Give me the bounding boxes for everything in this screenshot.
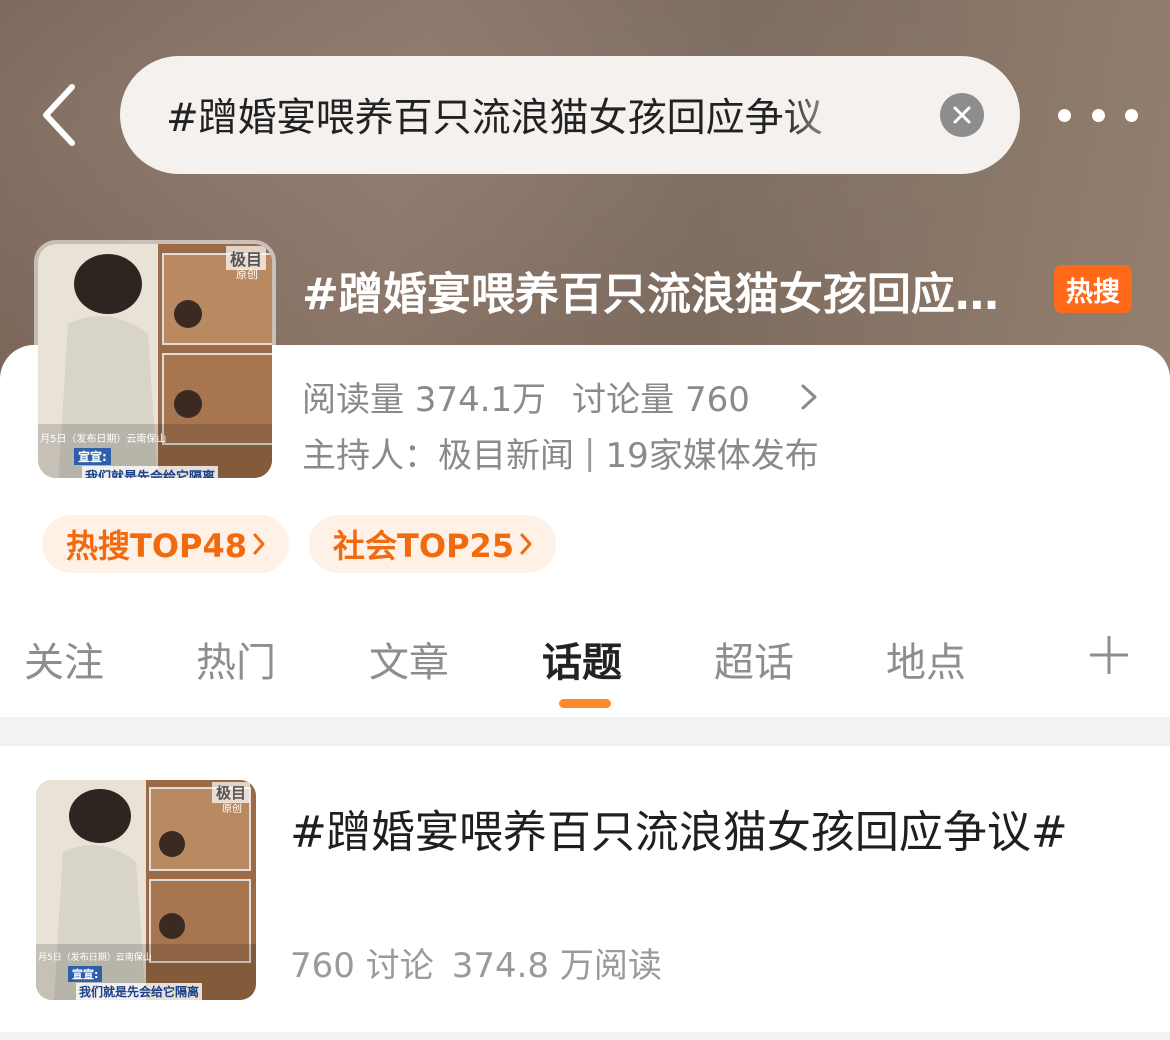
chevron-right-icon [520, 533, 532, 555]
thumbnail-tag: 原创 [222, 804, 242, 815]
topic-host-info: 主持人：极目新闻 | 19家媒体发布 [302, 428, 819, 477]
media-count: 19家媒体发布 [605, 436, 819, 476]
plus-icon [1090, 636, 1128, 674]
result-thumbnail: 极目 原创 月5日（发布日期）云南保山 宣宣: 我们就是先会给它隔离 [36, 780, 256, 1000]
discuss-count: 讨论量 760 [572, 380, 750, 420]
tab-articles[interactable]: 文章 [369, 630, 449, 688]
tab-super-topics[interactable]: 超话 [714, 630, 794, 688]
tab-follow[interactable]: 关注 [24, 630, 104, 688]
clear-search-button[interactable] [940, 93, 984, 137]
result-discussions: 760 讨论 [290, 946, 434, 986]
topic-stats[interactable]: 阅读量 374.1万 讨论量 760 [302, 372, 818, 421]
active-tab-indicator [559, 699, 611, 708]
thumbnail-speaker: 宣宣: [74, 448, 111, 465]
thumbnail-caption-date: 月5日（发布日期）云南保山 [38, 953, 152, 963]
pill-label: 热搜TOP48 [66, 527, 248, 565]
topic-result-item[interactable]: 极目 原创 月5日（发布日期）云南保山 宣宣: 我们就是先会给它隔离 #蹭婚宴喂… [0, 746, 1170, 1032]
divider: | [584, 432, 596, 473]
thumbnail-speaker: 宣宣: [68, 966, 103, 982]
thumbnail-subtitle: 我们就是先会给它隔离 [82, 466, 219, 478]
society-rank-pill[interactable]: 社会TOP25 [309, 515, 557, 573]
back-button[interactable] [28, 80, 88, 150]
chevron-right-icon [801, 384, 817, 409]
back-arrow-icon [43, 84, 75, 146]
clear-icon [953, 106, 971, 124]
chevron-right-icon [253, 533, 265, 555]
tab-places[interactable]: 地点 [886, 630, 966, 688]
search-bar[interactable]: #蹭婚宴喂养百只流浪猫女孩回应争议 [120, 56, 1020, 174]
tab-bar: 关注 热门 文章 话题 超话 地点 [0, 620, 1170, 717]
ranking-pills: 热搜TOP48 社会TOP25 [42, 515, 557, 573]
result-reads: 374.8 万阅读 [451, 946, 662, 986]
read-count: 阅读量 374.1万 [302, 380, 547, 420]
topic-title: #蹭婚宴喂养百只流浪猫女孩回应争议# [302, 269, 1042, 320]
more-button[interactable] [1058, 100, 1138, 130]
search-input[interactable]: #蹭婚宴喂养百只流浪猫女孩回应争议 [166, 87, 866, 143]
more-icon [1058, 108, 1071, 122]
pill-label: 社会TOP25 [333, 527, 515, 565]
thumbnail-tag: 原创 [236, 268, 258, 281]
result-meta: 760 讨论 374.8 万阅读 [290, 938, 662, 987]
hot-search-rank-pill[interactable]: 热搜TOP48 [42, 515, 290, 573]
thumbnail-subtitle: 我们就是先会给它隔离 [76, 983, 203, 1000]
result-title: #蹭婚宴喂养百只流浪猫女孩回应争议# [290, 807, 1068, 858]
add-tab-button[interactable] [1088, 634, 1130, 680]
hot-search-badge: 热搜 [1054, 265, 1132, 313]
thumbnail-caption-date: 月5日（发布日期）云南保山 [40, 434, 167, 445]
tab-topics[interactable]: 话题 [542, 630, 622, 688]
host-label: 主持人：极目新闻 [302, 436, 574, 476]
tab-hot[interactable]: 热门 [196, 630, 276, 688]
topic-thumbnail[interactable]: 极目 原创 月5日（发布日期）云南保山 宣宣: 我们就是先会给它隔离 [34, 240, 276, 482]
